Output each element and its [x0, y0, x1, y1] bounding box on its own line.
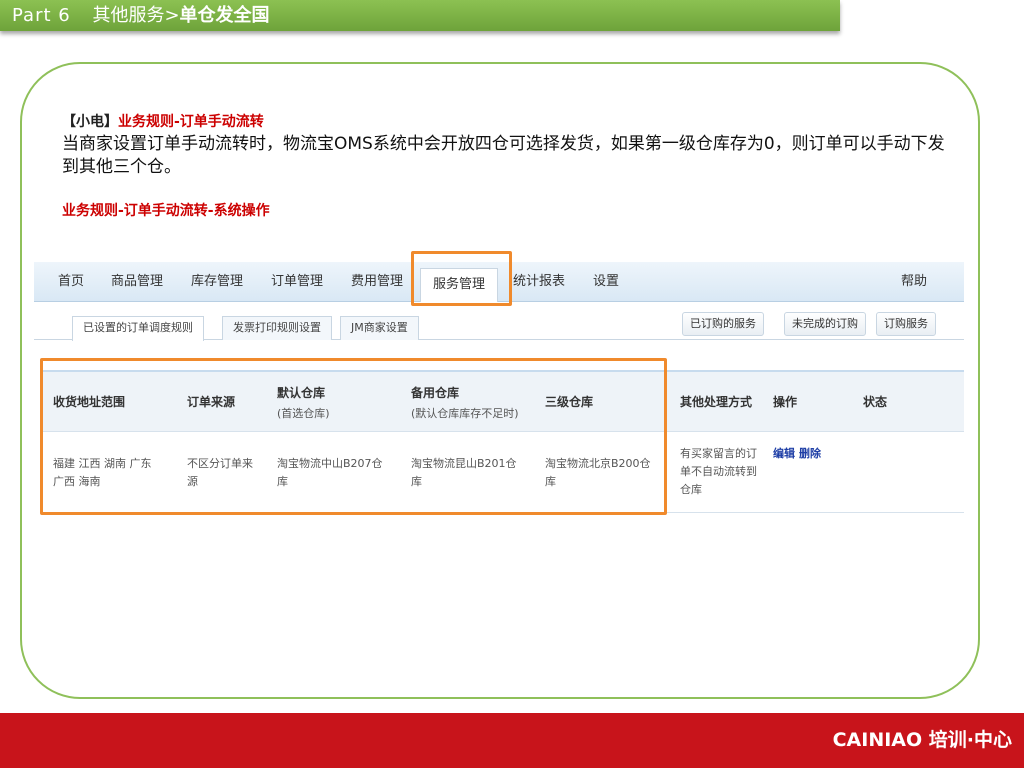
rule-description: 当商家设置订单手动流转时，物流宝OMS系统中会开放四仓可选择发货，如果第一级仓库…: [62, 134, 945, 177]
tab-jm-merchant[interactable]: JM商家设置: [340, 316, 419, 340]
ordered-services-button[interactable]: 已订购的服务: [682, 312, 764, 336]
part-label: Part 6: [12, 5, 71, 26]
footer-bar: CAINIAO 培训·中心: [0, 713, 1024, 768]
oms-screenshot: 首页 商品管理 库存管理 订单管理 费用管理 服务管理 统计报表 设置 帮助 已…: [34, 251, 964, 518]
nav-item-goods[interactable]: 商品管理: [111, 262, 163, 302]
nav-item-settings[interactable]: 设置: [593, 262, 619, 302]
slide-title: 单仓发全国: [179, 5, 270, 26]
bracket-label: 【小电】: [62, 114, 118, 130]
tab-dispatch-rules[interactable]: 已设置的订单调度规则: [72, 316, 204, 341]
nav-item-help[interactable]: 帮助: [901, 262, 927, 302]
edit-link[interactable]: 编辑: [773, 445, 795, 463]
nav-item-reports[interactable]: 统计报表: [513, 262, 565, 302]
sub-tabs: 已设置的订单调度规则 发票打印规则设置 JM商家设置 已订购的服务 未完成的订购…: [34, 310, 964, 341]
warehouse-columns-highlight: [40, 358, 667, 515]
footer-brand: CAINIAO 培训·中心: [832, 729, 1012, 751]
col-other-handling: 其他处理方式: [680, 395, 753, 409]
order-service-button[interactable]: 订购服务: [876, 312, 936, 336]
col-status: 状态: [863, 395, 888, 409]
col-actions: 操作: [773, 395, 798, 409]
tab-invoice-print[interactable]: 发票打印规则设置: [222, 316, 332, 340]
section-label: 其他服务>: [92, 5, 180, 26]
slide-header-bar: Part 6 其他服务>单仓发全国: [0, 0, 840, 31]
nav-item-inventory[interactable]: 库存管理: [191, 262, 243, 302]
rule-heading: 【小电】业务规则-订单手动流转: [62, 111, 952, 131]
rule-title: 业务规则-订单手动流转: [118, 114, 264, 130]
service-nav-highlight: [411, 251, 512, 306]
pending-orders-button[interactable]: 未完成的订购: [784, 312, 866, 336]
cell-other-handling: 有买家留言的订单不自动流转到仓库: [680, 447, 757, 496]
nav-item-fees[interactable]: 费用管理: [351, 262, 403, 302]
nav-item-home[interactable]: 首页: [58, 262, 84, 302]
intro-block: 【小电】业务规则-订单手动流转 当商家设置订单手动流转时，物流宝OMS系统中会开…: [62, 111, 952, 179]
system-operation-heading: 业务规则-订单手动流转-系统操作: [62, 203, 270, 219]
delete-link[interactable]: 删除: [799, 445, 821, 463]
nav-item-orders[interactable]: 订单管理: [271, 262, 323, 302]
